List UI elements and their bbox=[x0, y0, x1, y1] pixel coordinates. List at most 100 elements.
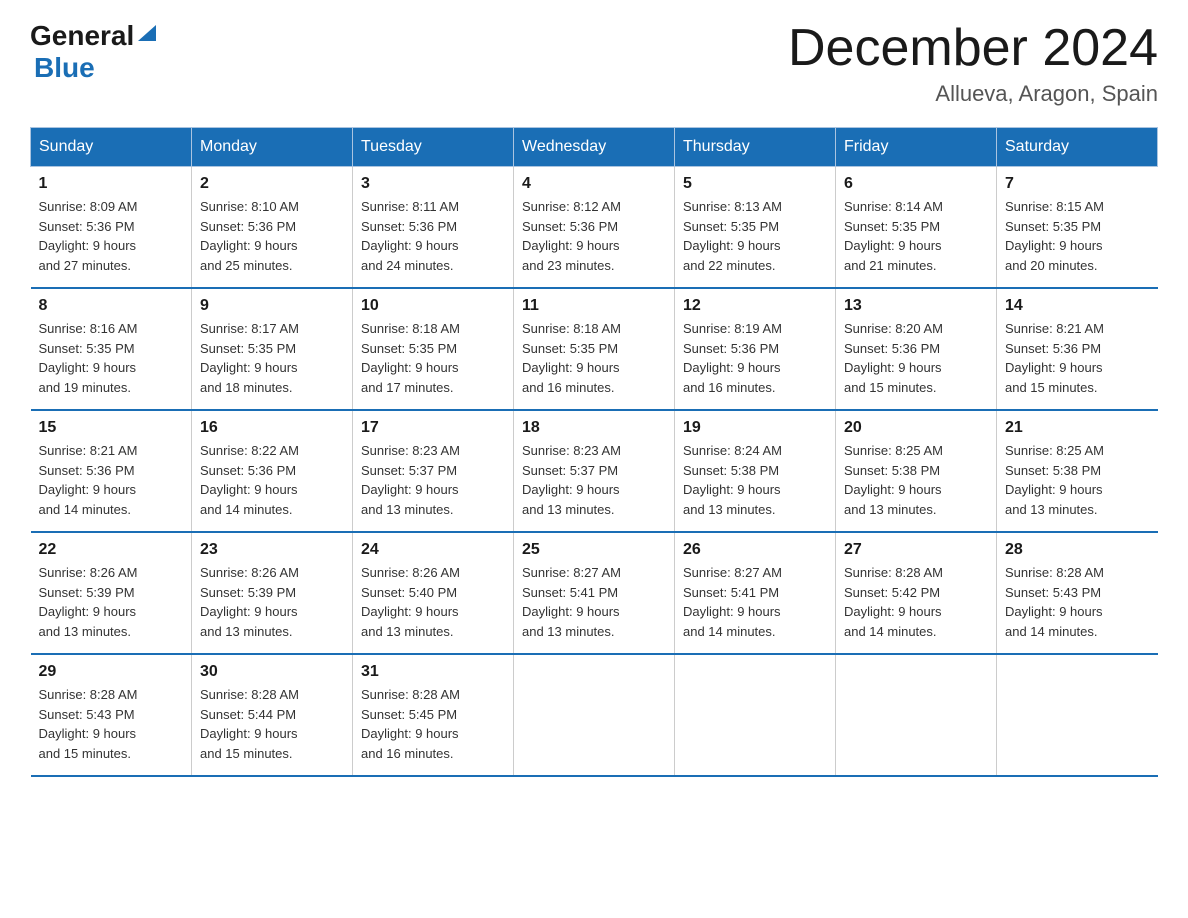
day-info: Sunrise: 8:26 AM Sunset: 5:39 PM Dayligh… bbox=[200, 563, 344, 641]
sunrise-label: Sunrise: 8:10 AM bbox=[200, 199, 299, 214]
sunset-label: Sunset: 5:35 PM bbox=[39, 341, 135, 356]
sunset-label: Sunset: 5:44 PM bbox=[200, 707, 296, 722]
calendar-day-cell: 1 Sunrise: 8:09 AM Sunset: 5:36 PM Dayli… bbox=[31, 167, 192, 289]
daylight-minutes: and 13 minutes. bbox=[200, 624, 293, 639]
calendar-week-row: 15 Sunrise: 8:21 AM Sunset: 5:36 PM Dayl… bbox=[31, 410, 1158, 532]
weekday-header-row: SundayMondayTuesdayWednesdayThursdayFrid… bbox=[31, 128, 1158, 167]
sunrise-label: Sunrise: 8:26 AM bbox=[39, 565, 138, 580]
sunrise-label: Sunrise: 8:16 AM bbox=[39, 321, 138, 336]
weekday-header-monday: Monday bbox=[192, 128, 353, 167]
daylight-minutes: and 13 minutes. bbox=[39, 624, 132, 639]
daylight-minutes: and 15 minutes. bbox=[39, 746, 132, 761]
sunset-label: Sunset: 5:36 PM bbox=[522, 219, 618, 234]
logo-general-text: General bbox=[30, 20, 134, 52]
day-info: Sunrise: 8:21 AM Sunset: 5:36 PM Dayligh… bbox=[1005, 319, 1150, 397]
sunrise-label: Sunrise: 8:14 AM bbox=[844, 199, 943, 214]
calendar-day-cell bbox=[997, 654, 1158, 776]
sunrise-label: Sunrise: 8:12 AM bbox=[522, 199, 621, 214]
daylight-label: Daylight: 9 hours bbox=[200, 604, 298, 619]
daylight-label: Daylight: 9 hours bbox=[200, 726, 298, 741]
daylight-minutes: and 16 minutes. bbox=[361, 746, 454, 761]
calendar-week-row: 29 Sunrise: 8:28 AM Sunset: 5:43 PM Dayl… bbox=[31, 654, 1158, 776]
day-number: 17 bbox=[361, 419, 505, 437]
sunrise-label: Sunrise: 8:25 AM bbox=[1005, 443, 1104, 458]
day-info: Sunrise: 8:12 AM Sunset: 5:36 PM Dayligh… bbox=[522, 197, 666, 275]
daylight-minutes: and 19 minutes. bbox=[39, 380, 132, 395]
sunset-label: Sunset: 5:41 PM bbox=[683, 585, 779, 600]
daylight-minutes: and 13 minutes. bbox=[683, 502, 776, 517]
day-info: Sunrise: 8:19 AM Sunset: 5:36 PM Dayligh… bbox=[683, 319, 827, 397]
sunset-label: Sunset: 5:38 PM bbox=[683, 463, 779, 478]
day-info: Sunrise: 8:23 AM Sunset: 5:37 PM Dayligh… bbox=[522, 441, 666, 519]
daylight-minutes: and 13 minutes. bbox=[522, 502, 615, 517]
daylight-minutes: and 14 minutes. bbox=[39, 502, 132, 517]
daylight-label: Daylight: 9 hours bbox=[522, 238, 620, 253]
logo: General Blue bbox=[30, 20, 158, 84]
day-number: 29 bbox=[39, 663, 184, 681]
daylight-minutes: and 13 minutes. bbox=[522, 624, 615, 639]
sunrise-label: Sunrise: 8:15 AM bbox=[1005, 199, 1104, 214]
day-info: Sunrise: 8:28 AM Sunset: 5:44 PM Dayligh… bbox=[200, 685, 344, 763]
calendar-day-cell: 24 Sunrise: 8:26 AM Sunset: 5:40 PM Dayl… bbox=[353, 532, 514, 654]
day-number: 15 bbox=[39, 419, 184, 437]
sunrise-label: Sunrise: 8:24 AM bbox=[683, 443, 782, 458]
daylight-label: Daylight: 9 hours bbox=[522, 482, 620, 497]
sunrise-label: Sunrise: 8:09 AM bbox=[39, 199, 138, 214]
day-number: 9 bbox=[200, 297, 344, 315]
sunrise-label: Sunrise: 8:27 AM bbox=[683, 565, 782, 580]
day-info: Sunrise: 8:10 AM Sunset: 5:36 PM Dayligh… bbox=[200, 197, 344, 275]
sunset-label: Sunset: 5:36 PM bbox=[39, 463, 135, 478]
day-number: 27 bbox=[844, 541, 988, 559]
day-info: Sunrise: 8:17 AM Sunset: 5:35 PM Dayligh… bbox=[200, 319, 344, 397]
daylight-label: Daylight: 9 hours bbox=[683, 360, 781, 375]
weekday-header-friday: Friday bbox=[836, 128, 997, 167]
day-number: 24 bbox=[361, 541, 505, 559]
day-info: Sunrise: 8:25 AM Sunset: 5:38 PM Dayligh… bbox=[844, 441, 988, 519]
sunset-label: Sunset: 5:35 PM bbox=[1005, 219, 1101, 234]
day-number: 7 bbox=[1005, 175, 1150, 193]
day-number: 21 bbox=[1005, 419, 1150, 437]
daylight-minutes: and 18 minutes. bbox=[200, 380, 293, 395]
sunrise-label: Sunrise: 8:28 AM bbox=[361, 687, 460, 702]
daylight-minutes: and 16 minutes. bbox=[683, 380, 776, 395]
day-number: 13 bbox=[844, 297, 988, 315]
day-info: Sunrise: 8:25 AM Sunset: 5:38 PM Dayligh… bbox=[1005, 441, 1150, 519]
daylight-label: Daylight: 9 hours bbox=[683, 604, 781, 619]
day-info: Sunrise: 8:28 AM Sunset: 5:42 PM Dayligh… bbox=[844, 563, 988, 641]
sunrise-label: Sunrise: 8:17 AM bbox=[200, 321, 299, 336]
day-number: 6 bbox=[844, 175, 988, 193]
sunset-label: Sunset: 5:36 PM bbox=[200, 463, 296, 478]
daylight-minutes: and 22 minutes. bbox=[683, 258, 776, 273]
sunrise-label: Sunrise: 8:26 AM bbox=[361, 565, 460, 580]
daylight-minutes: and 13 minutes. bbox=[844, 502, 937, 517]
sunset-label: Sunset: 5:39 PM bbox=[39, 585, 135, 600]
sunset-label: Sunset: 5:36 PM bbox=[361, 219, 457, 234]
daylight-minutes: and 14 minutes. bbox=[844, 624, 937, 639]
month-title: December 2024 bbox=[788, 20, 1158, 77]
sunset-label: Sunset: 5:36 PM bbox=[200, 219, 296, 234]
day-number: 4 bbox=[522, 175, 666, 193]
calendar-day-cell: 22 Sunrise: 8:26 AM Sunset: 5:39 PM Dayl… bbox=[31, 532, 192, 654]
calendar-day-cell: 9 Sunrise: 8:17 AM Sunset: 5:35 PM Dayli… bbox=[192, 288, 353, 410]
day-info: Sunrise: 8:27 AM Sunset: 5:41 PM Dayligh… bbox=[522, 563, 666, 641]
daylight-label: Daylight: 9 hours bbox=[361, 604, 459, 619]
day-number: 1 bbox=[39, 175, 184, 193]
daylight-label: Daylight: 9 hours bbox=[39, 482, 137, 497]
sunrise-label: Sunrise: 8:27 AM bbox=[522, 565, 621, 580]
weekday-header-tuesday: Tuesday bbox=[353, 128, 514, 167]
sunrise-label: Sunrise: 8:23 AM bbox=[361, 443, 460, 458]
day-number: 14 bbox=[1005, 297, 1150, 315]
day-info: Sunrise: 8:27 AM Sunset: 5:41 PM Dayligh… bbox=[683, 563, 827, 641]
daylight-label: Daylight: 9 hours bbox=[361, 360, 459, 375]
daylight-label: Daylight: 9 hours bbox=[1005, 238, 1103, 253]
day-info: Sunrise: 8:28 AM Sunset: 5:43 PM Dayligh… bbox=[1005, 563, 1150, 641]
calendar-day-cell: 21 Sunrise: 8:25 AM Sunset: 5:38 PM Dayl… bbox=[997, 410, 1158, 532]
daylight-minutes: and 17 minutes. bbox=[361, 380, 454, 395]
sunrise-label: Sunrise: 8:18 AM bbox=[522, 321, 621, 336]
daylight-label: Daylight: 9 hours bbox=[361, 726, 459, 741]
day-info: Sunrise: 8:09 AM Sunset: 5:36 PM Dayligh… bbox=[39, 197, 184, 275]
calendar-day-cell: 29 Sunrise: 8:28 AM Sunset: 5:43 PM Dayl… bbox=[31, 654, 192, 776]
sunset-label: Sunset: 5:43 PM bbox=[39, 707, 135, 722]
sunset-label: Sunset: 5:42 PM bbox=[844, 585, 940, 600]
day-number: 8 bbox=[39, 297, 184, 315]
